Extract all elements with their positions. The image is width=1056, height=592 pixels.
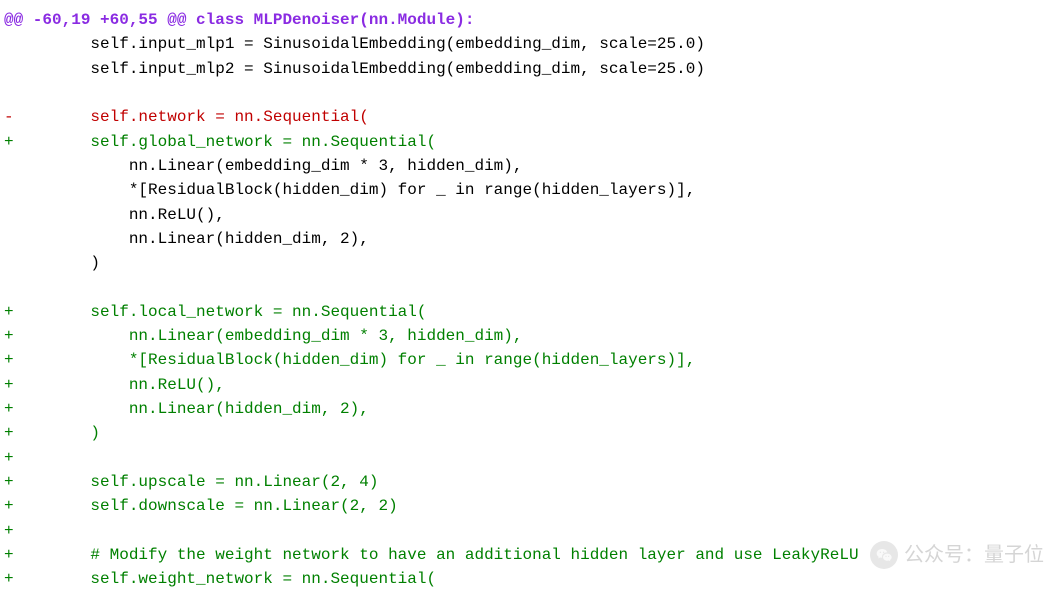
diff-line-added: + self.weight_network = nn.Sequential( (0, 567, 1056, 591)
diff-line-context: self.input_mlp2 = SinusoidalEmbedding(em… (0, 57, 1056, 81)
diff-line-removed: - self.network = nn.Sequential( (0, 105, 1056, 129)
diff-line-context: nn.Linear(hidden_dim, 2), (0, 227, 1056, 251)
diff-line-added: + # Modify the weight network to have an… (0, 543, 1056, 567)
hunk-header: @@ -60,19 +60,55 @@ class MLPDenoiser(nn… (0, 8, 1056, 32)
diff-line-context: *[ResidualBlock(hidden_dim) for _ in ran… (0, 178, 1056, 202)
diff-line-added: + nn.Linear(hidden_dim, 2), (0, 397, 1056, 421)
diff-line-context: self.input_mlp1 = SinusoidalEmbedding(em… (0, 32, 1056, 56)
diff-line-added: + ) (0, 421, 1056, 445)
diff-line-context (0, 275, 1056, 299)
diff-line-context: ) (0, 251, 1056, 275)
diff-line-added: + self.global_network = nn.Sequential( (0, 130, 1056, 154)
diff-line-added: + self.downscale = nn.Linear(2, 2) (0, 494, 1056, 518)
diff-line-added: + self.local_network = nn.Sequential( (0, 300, 1056, 324)
diff-line-added: + nn.ReLU(), (0, 373, 1056, 397)
diff-line-added: + self.upscale = nn.Linear(2, 4) (0, 470, 1056, 494)
diff-block: @@ -60,19 +60,55 @@ class MLPDenoiser(nn… (0, 8, 1056, 592)
diff-line-added: + (0, 519, 1056, 543)
diff-line-added: + nn.Linear(embedding_dim * 3, hidden_di… (0, 324, 1056, 348)
diff-line-added: + *[ResidualBlock(hidden_dim) for _ in r… (0, 348, 1056, 372)
diff-line-context: nn.ReLU(), (0, 203, 1056, 227)
diff-line-context: nn.Linear(embedding_dim * 3, hidden_dim)… (0, 154, 1056, 178)
diff-line-added: + (0, 446, 1056, 470)
diff-line-context (0, 81, 1056, 105)
